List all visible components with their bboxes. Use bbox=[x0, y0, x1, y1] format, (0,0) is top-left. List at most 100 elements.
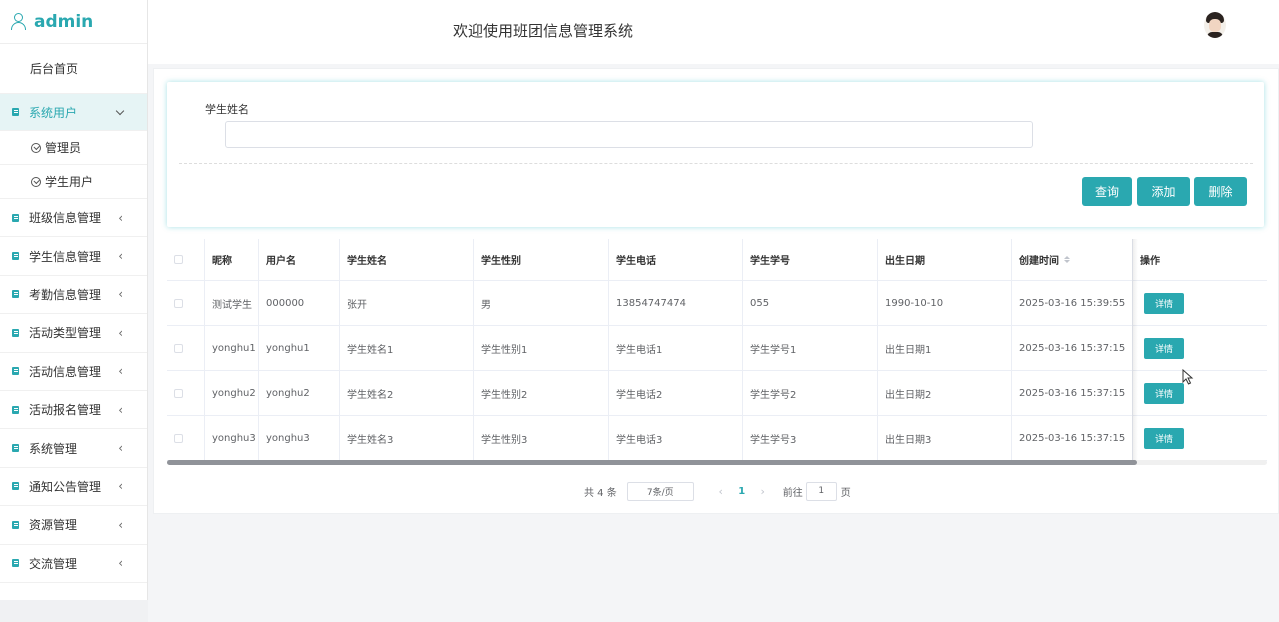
avatar[interactable] bbox=[1204, 12, 1226, 38]
page-jump-input[interactable]: 1 bbox=[805, 481, 837, 501]
sidebar-item-label: 考勤信息管理 bbox=[29, 287, 102, 302]
table-cell: yonghu3 bbox=[259, 416, 340, 460]
table-cell: 男 bbox=[474, 281, 609, 325]
check-circle-icon bbox=[31, 142, 41, 153]
sidebar-subitem-student-user[interactable]: 学生用户 bbox=[0, 165, 147, 199]
table-cell: 学生学号3 bbox=[743, 416, 878, 460]
sidebar-item-class-info[interactable]: 班级信息管理 ‹ bbox=[0, 199, 147, 238]
chevron-left-icon: ‹ bbox=[118, 556, 123, 571]
page-number[interactable]: 1 bbox=[731, 486, 753, 497]
sidebar-item-label: 资源管理 bbox=[29, 518, 78, 533]
sidebar-item-activity-signup[interactable]: 活动报名管理 ‹ bbox=[0, 391, 147, 430]
document-icon bbox=[12, 328, 19, 337]
document-icon bbox=[12, 520, 19, 529]
table-cell: 出生日期3 bbox=[878, 416, 1012, 460]
document-icon bbox=[12, 482, 19, 491]
sidebar-item-activity-type[interactable]: 活动类型管理 ‹ bbox=[0, 314, 147, 353]
action-cell: 详情 bbox=[1133, 416, 1267, 460]
sidebar-item-notice[interactable]: 通知公告管理 ‹ bbox=[0, 468, 147, 507]
page-size-select[interactable]: 7条/页 bbox=[626, 481, 694, 501]
table-row: yonghu3 yonghu3 学生姓名3 学生性别3 学生电话3 学生学号3 … bbox=[167, 416, 1267, 461]
chevron-left-icon: ‹ bbox=[118, 325, 123, 340]
detail-button[interactable]: 详情 bbox=[1144, 382, 1184, 404]
table-cell: 000000 bbox=[259, 281, 340, 325]
table-cell: 学生姓名1 bbox=[340, 326, 474, 370]
sidebar-item-activity-info[interactable]: 活动信息管理 ‹ bbox=[0, 353, 147, 391]
table-cell: 学生电话3 bbox=[609, 416, 743, 460]
column-header: 出生日期 bbox=[878, 239, 1012, 280]
sidebar-item-system-users[interactable]: 系统用户 bbox=[0, 94, 147, 131]
sidebar-subitem-label: 学生用户 bbox=[45, 175, 94, 189]
action-cell: 详情 bbox=[1133, 326, 1267, 370]
select-all-cell bbox=[167, 239, 205, 280]
sidebar-item-attendance[interactable]: 考勤信息管理 ‹ bbox=[0, 276, 147, 315]
horizontal-scrollbar[interactable] bbox=[167, 460, 1267, 465]
query-button[interactable]: 查询 bbox=[1082, 177, 1132, 206]
sidebar: admin 后台首页 系统用户 管理员 学生用户 班级信息管理 ‹ 学生信息管理… bbox=[0, 0, 148, 622]
table-cell: 学生学号2 bbox=[743, 371, 878, 415]
column-header: 学生姓名 bbox=[340, 239, 474, 280]
row-checkbox[interactable] bbox=[174, 343, 183, 353]
student-name-input[interactable] bbox=[225, 121, 1033, 148]
sort-icon[interactable] bbox=[1064, 256, 1070, 263]
sidebar-item-label: 通知公告管理 bbox=[29, 479, 102, 494]
select-all-checkbox[interactable] bbox=[174, 255, 183, 264]
detail-button[interactable]: 详情 bbox=[1144, 292, 1184, 314]
detail-button[interactable]: 详情 bbox=[1144, 337, 1184, 359]
table-cell: 13854747474 bbox=[609, 281, 743, 325]
detail-button[interactable]: 详情 bbox=[1144, 427, 1184, 449]
sidebar-item-student-info[interactable]: 学生信息管理 ‹ bbox=[0, 237, 147, 276]
sidebar-item-label: 交流管理 bbox=[29, 556, 78, 571]
mouse-cursor-icon bbox=[1182, 369, 1194, 385]
column-header-created[interactable]: 创建时间 bbox=[1012, 239, 1133, 280]
next-page-icon[interactable]: › bbox=[753, 485, 773, 498]
row-checkbox[interactable] bbox=[174, 388, 183, 398]
table-cell: 2025-03-16 15:37:15 bbox=[1012, 326, 1133, 370]
chevron-down-icon bbox=[115, 106, 125, 116]
document-icon bbox=[12, 559, 19, 568]
column-header: 学生性别 bbox=[474, 239, 609, 280]
page-suffix: 页 bbox=[840, 487, 851, 499]
column-header: 学生电话 bbox=[609, 239, 743, 280]
sidebar-item-system[interactable]: 系统管理 ‹ bbox=[0, 429, 147, 468]
table-cell: 2025-03-16 15:37:15 bbox=[1012, 416, 1133, 460]
select-cell bbox=[167, 281, 205, 325]
table-cell: yonghu1 bbox=[259, 326, 340, 370]
sidebar-item-label: 活动类型管理 bbox=[29, 326, 102, 341]
brand: admin bbox=[0, 0, 147, 44]
table-cell: 学生姓名2 bbox=[340, 371, 474, 415]
sidebar-item-home[interactable]: 后台首页 bbox=[0, 44, 147, 94]
table-cell: 学生性别1 bbox=[474, 326, 609, 370]
table-header: 昵称 用户名 学生姓名 学生性别 学生电话 学生学号 出生日期 创建时间 操作 bbox=[167, 239, 1267, 281]
header: 欢迎使用班团信息管理系统 bbox=[148, 0, 1279, 64]
divider bbox=[179, 163, 1253, 164]
document-icon bbox=[12, 367, 19, 376]
document-icon bbox=[12, 252, 19, 261]
column-header: 操作 bbox=[1140, 256, 1160, 267]
scrollbar-thumb[interactable] bbox=[167, 460, 1137, 465]
sidebar-item-resources[interactable]: 资源管理 ‹ bbox=[0, 506, 147, 545]
sidebar-item-exchange[interactable]: 交流管理 ‹ bbox=[0, 545, 147, 583]
table-row: yonghu1 yonghu1 学生姓名1 学生性别1 学生电话1 学生学号1 … bbox=[167, 326, 1267, 371]
table-row: 测试学生 000000 张开 男 13854747474 055 1990-10… bbox=[167, 281, 1267, 326]
add-button[interactable]: 添加 bbox=[1137, 177, 1190, 206]
chevron-left-icon: ‹ bbox=[118, 402, 123, 417]
row-checkbox[interactable] bbox=[174, 298, 183, 308]
chevron-left-icon: ‹ bbox=[118, 364, 123, 379]
chevron-left-icon: ‹ bbox=[118, 249, 123, 264]
document-icon bbox=[12, 108, 19, 116]
select-cell bbox=[167, 371, 205, 415]
document-icon bbox=[12, 290, 19, 299]
main-content: 学生姓名 查询 添加 删除 昵称 用户名 学生姓名 学生性别 学生电话 学生学号… bbox=[153, 68, 1279, 514]
check-circle-icon bbox=[31, 176, 41, 187]
select-cell bbox=[167, 416, 205, 460]
delete-button[interactable]: 删除 bbox=[1194, 177, 1247, 206]
prev-page-icon[interactable]: ‹ bbox=[711, 485, 731, 498]
table-cell: 张开 bbox=[340, 281, 474, 325]
sidebar-subitem-admin[interactable]: 管理员 bbox=[0, 131, 147, 165]
table-cell: yonghu1 bbox=[205, 326, 259, 370]
row-checkbox[interactable] bbox=[174, 433, 183, 443]
table-cell: 出生日期1 bbox=[878, 326, 1012, 370]
fixed-column-shadow bbox=[1132, 239, 1138, 461]
search-label: 学生姓名 bbox=[205, 103, 249, 116]
